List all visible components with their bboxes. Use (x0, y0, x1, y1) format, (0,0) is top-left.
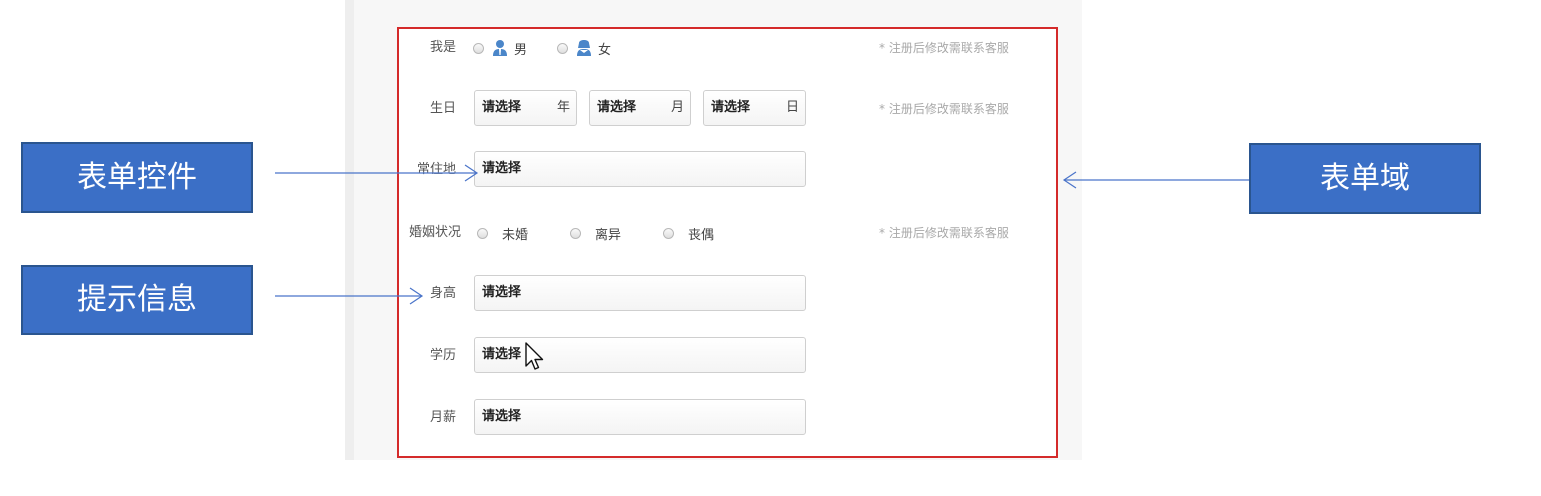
arrow-hint-info (275, 287, 424, 305)
arrow-form-field (1062, 171, 1249, 189)
mouse-cursor-icon (525, 342, 544, 370)
annotation-arrows (275, 164, 1249, 305)
arrow-form-control (275, 164, 479, 182)
watermark-shape (1415, 343, 1541, 410)
